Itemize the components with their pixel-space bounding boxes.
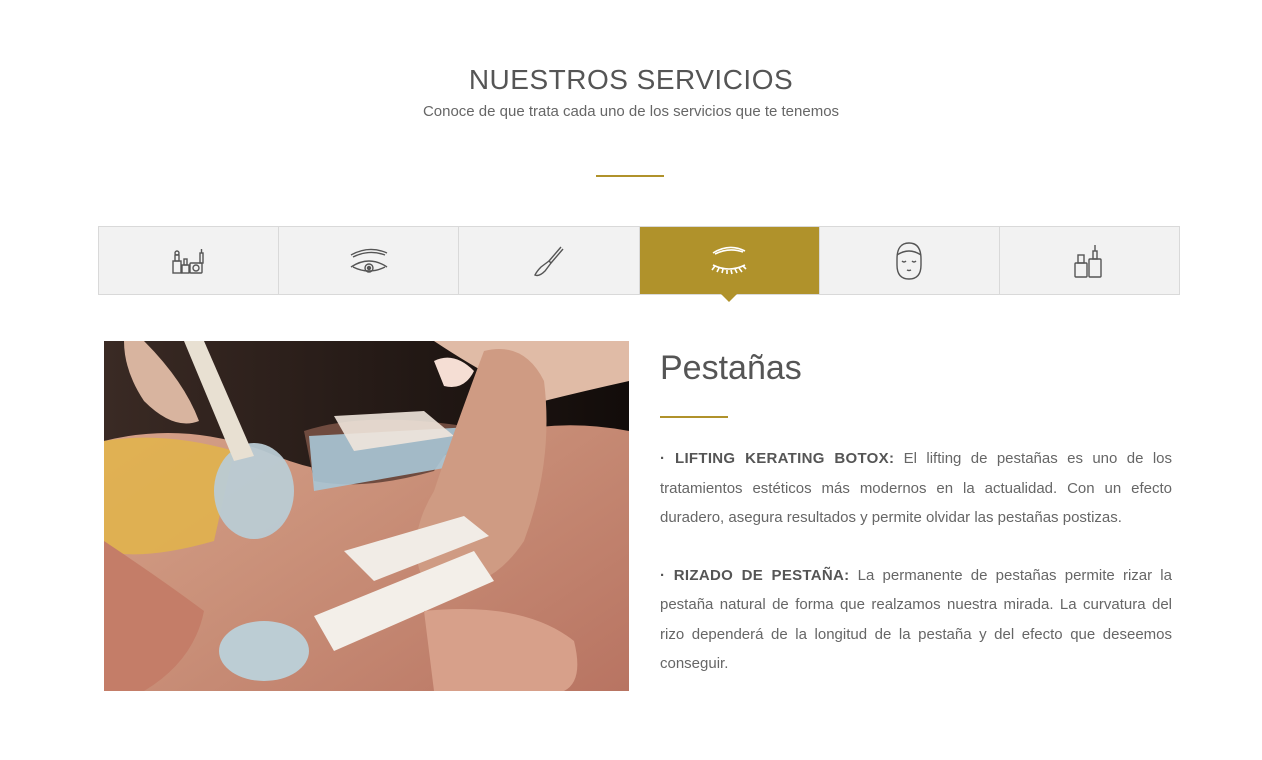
service-item-rizado: · RIZADO DE PESTAÑA: La permanente de pe… xyxy=(660,561,1172,679)
service-item-label: · RIZADO DE PESTAÑA: xyxy=(660,566,850,584)
tab-nails[interactable] xyxy=(1000,227,1179,294)
content-divider xyxy=(660,416,728,418)
eyelash-treatment-image xyxy=(104,341,629,691)
service-tabs xyxy=(98,226,1180,302)
title-divider xyxy=(596,175,664,177)
eyebrow-eye-icon xyxy=(350,248,388,273)
tab-eyelashes[interactable] xyxy=(639,227,820,302)
service-content: Pestañas · LIFTING KERATING BOTOX: El li… xyxy=(660,345,1172,707)
service-title: Pestañas xyxy=(660,349,802,387)
nail-polish-icon xyxy=(1074,244,1103,278)
makeup-kit-icon xyxy=(171,248,204,274)
eyelash-icon xyxy=(711,246,747,274)
section-title: NUESTROS SERVICIOS xyxy=(468,64,794,95)
tab-eyebrows[interactable] xyxy=(279,227,460,294)
tab-brush[interactable] xyxy=(459,227,640,294)
service-item-lifting: · LIFTING KERATING BOTOX: El lifting de … xyxy=(660,444,1172,533)
section-subtitle: Conoce de que trata cada uno de los serv… xyxy=(422,103,840,120)
service-photo xyxy=(104,341,629,691)
face-mask-icon xyxy=(896,241,922,280)
tab-makeup[interactable] xyxy=(99,227,280,294)
section-header: NUESTROS SERVICIOS Conoce de que trata c… xyxy=(0,60,1262,122)
makeup-brush-icon xyxy=(533,246,564,276)
service-item-label: · LIFTING KERATING BOTOX: xyxy=(660,450,895,467)
tab-facial[interactable] xyxy=(820,227,1000,294)
